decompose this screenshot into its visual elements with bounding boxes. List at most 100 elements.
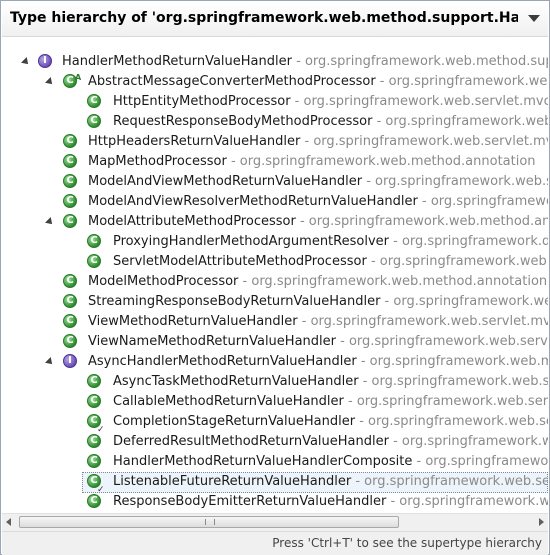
tree-item[interactable]: C StreamingResponseBodyReturnValueHandler…: [2, 292, 548, 312]
tree-item-label: DeferredResultMethodReturnValueHandler -…: [113, 432, 548, 452]
type-name: ModelAndViewResolverMethodReturnValueHan…: [88, 194, 418, 209]
tree-item[interactable]: C HttpEntityMethodProcessor - org.springf…: [2, 92, 548, 112]
package-name: - org.springframework.web: [422, 194, 548, 209]
tree-item-label: StreamingResponseBodyReturnValueHandler …: [88, 292, 548, 312]
class-icon: C: [63, 294, 77, 308]
tree-item[interactable]: C HandlerMethodReturnValueHandlerComposit…: [2, 452, 548, 472]
tree-item[interactable]: C AsyncTaskMethodReturnValueHandler - org…: [2, 372, 548, 392]
tree-item[interactable]: C MapMethodProcessor - org.springframewor…: [2, 152, 548, 172]
type-name: ServletModelAttributeMethodProcessor: [113, 254, 367, 269]
class-icon: C: [63, 334, 77, 348]
abstract-class-icon: CA: [63, 73, 81, 88]
tree-item[interactable]: C ServletModelAttributeMethodProcessor - …: [2, 252, 548, 272]
tree-item[interactable]: C ModelAndViewMethodReturnValueHandler - …: [2, 172, 548, 192]
type-name: HandlerMethodReturnValueHandler: [62, 54, 292, 69]
type-hierarchy-tree[interactable]: I HandlerMethodReturnValueHandler - org.s…: [2, 39, 548, 513]
tree-item[interactable]: I AsyncHandlerMethodReturnValueHandler - …: [2, 352, 548, 372]
tree-item[interactable]: C ResponseBodyEmitterReturnValueHandler -…: [2, 492, 548, 512]
type-hierarchy-popup: Type hierarchy of 'org.springframework.w…: [0, 0, 550, 555]
type-name: AsyncHandlerMethodReturnValueHandler: [88, 354, 357, 369]
package-name: - org.springframework.web.servlet.mvc.: [340, 334, 548, 349]
tree-item[interactable]: C ViewNameMethodReturnValueHandler - org.…: [2, 332, 548, 352]
class-icon: C: [87, 394, 101, 408]
interface-icon: I: [38, 54, 52, 68]
class-icon: C: [63, 174, 77, 188]
type-name: HttpHeadersReturnValueHandler: [88, 134, 301, 149]
class-icon: C: [87, 94, 101, 108]
class-icon: C: [87, 234, 101, 248]
tree-item[interactable]: C DeferredResultMethodReturnValueHandler …: [2, 432, 548, 452]
deprecated-class-icon: C ✓: [87, 474, 105, 495]
tree-item-label: ModelAndViewMethodReturnValueHandler - o…: [88, 172, 548, 192]
type-name: CompletionStageReturnValueHandler: [113, 414, 356, 429]
package-name: - org.springframework.web.servlet.m: [359, 414, 548, 429]
class-icon: C: [63, 194, 77, 208]
package-name: - org.springframework.web.se: [393, 434, 548, 449]
type-name: ListenableFutureReturnValueHandler: [113, 474, 352, 489]
tree-item[interactable]: C ViewMethodReturnValueHandler - org.spri…: [2, 312, 548, 332]
scroll-right-icon[interactable]: [539, 518, 544, 526]
scroll-left-icon[interactable]: [6, 518, 11, 526]
expand-toggle-icon[interactable]: [45, 77, 55, 87]
scrollbar-thumb[interactable]: [19, 516, 399, 528]
tree-item[interactable]: I HandlerMethodReturnValueHandler - org.s…: [2, 52, 548, 72]
type-name: ModelAttributeMethodProcessor: [88, 214, 296, 229]
tree-item[interactable]: C ModelAttributeMethodProcessor - org.spr…: [2, 212, 548, 232]
class-icon: C: [87, 114, 101, 128]
tree-item[interactable]: C ModelMethodProcessor - org.springframew…: [2, 272, 548, 292]
tree-item[interactable]: C ProxyingHandlerMethodArgumentResolver -…: [2, 232, 548, 252]
type-name: ProxyingHandlerMethodArgumentResolver: [113, 234, 389, 249]
tree-item-label: AsyncHandlerMethodReturnValueHandler - o…: [88, 352, 548, 372]
expand-toggle-icon[interactable]: [45, 357, 55, 367]
tree-item-label: ModelAttributeMethodProcessor - org.spri…: [88, 212, 548, 232]
type-name: ModelAndViewMethodReturnValueHandler: [88, 174, 363, 189]
tree-item-label: ViewNameMethodReturnValueHandler - org.s…: [88, 332, 548, 352]
tree-item[interactable]: C A AbstractMessageConverterMethodProcesso…: [2, 72, 548, 92]
type-name: ViewMethodReturnValueHandler: [88, 314, 298, 329]
class-icon: C: [87, 434, 101, 448]
package-name: - org.springframework.web.servlet: [366, 174, 548, 189]
tree-item-label: RequestResponseBodyMethodProcessor - org…: [113, 112, 548, 132]
class-icon: C: [63, 314, 77, 328]
type-name: ResponseBodyEmitterReturnValueHandler: [113, 494, 387, 509]
tree-item-label: MapMethodProcessor - org.springframework…: [88, 152, 536, 172]
tree-item-label: AbstractMessageConverterMethodProcessor …: [88, 72, 548, 92]
tree-item-label: CompletionStageReturnValueHandler - org.…: [113, 412, 548, 432]
package-name: - org.springframework.web.method.annotat…: [226, 154, 536, 169]
type-name: AsyncTaskMethodReturnValueHandler: [113, 374, 359, 389]
type-name: CallableMethodReturnValueHandler: [113, 394, 344, 409]
tree-item-label: ViewMethodReturnValueHandler - org.sprin…: [88, 312, 548, 332]
tree-item-label: HandlerMethodReturnValueHandler - org.sp…: [62, 52, 548, 72]
tree-item-label: HandlerMethodReturnValueHandlerComposite…: [113, 452, 548, 472]
tree-item[interactable]: C ModelAndViewResolverMethodReturnValueHa…: [2, 192, 548, 212]
tree-item[interactable]: C ✓ CompletionStageReturnValueHandler - or…: [2, 412, 548, 435]
popup-title: Type hierarchy of 'org.springframework.w…: [10, 10, 518, 26]
type-name: ModelMethodProcessor: [88, 274, 239, 289]
expand-toggle-icon[interactable]: [45, 217, 55, 227]
type-name: AbstractMessageConverterMethodProcessor: [88, 74, 376, 89]
type-name: StreamingResponseBodyReturnValueHandler: [88, 294, 381, 309]
package-name: - org.springframework.web.servle: [370, 254, 548, 269]
tree-item-label: ListenableFutureReturnValueHandler - org…: [113, 472, 548, 492]
tree-item[interactable]: C ✓ ListenableFutureReturnValueHandler - o…: [2, 472, 548, 495]
tree-item[interactable]: C HttpHeadersReturnValueHandler - org.spr…: [2, 132, 548, 152]
package-name: - org.springframework.web.method.annotat…: [299, 214, 548, 229]
status-bar: Press 'Ctrl+T' to see the supertype hier…: [2, 531, 548, 555]
package-name: - org.springframework.web.servlet.mvc.me…: [301, 314, 548, 329]
interface-icon: I: [63, 354, 77, 368]
tree-item-label: ModelAndViewResolverMethodReturnValueHan…: [88, 192, 548, 212]
package-name: - org.springframework.web.servl: [384, 294, 548, 309]
type-name: HttpEntityMethodProcessor: [113, 94, 291, 109]
type-name: HandlerMethodReturnValueHandlerComposite: [113, 454, 413, 469]
horizontal-scrollbar[interactable]: [2, 513, 548, 531]
tree-item[interactable]: C RequestResponseBodyMethodProcessor - or…: [2, 112, 548, 132]
type-name: DeferredResultMethodReturnValueHandler: [113, 434, 389, 449]
expand-toggle-icon[interactable]: [21, 57, 31, 67]
popup-title-bar: Type hierarchy of 'org.springframework.w…: [2, 2, 548, 37]
package-name: - org.springframework.web.method.: [360, 354, 548, 369]
package-name: - org.springframework.data.we: [393, 234, 548, 249]
class-icon: C: [63, 214, 77, 228]
tree-item[interactable]: C CallableMethodReturnValueHandler - org.…: [2, 392, 548, 412]
class-icon: C: [87, 374, 101, 388]
view-menu-icon[interactable]: [528, 15, 540, 22]
